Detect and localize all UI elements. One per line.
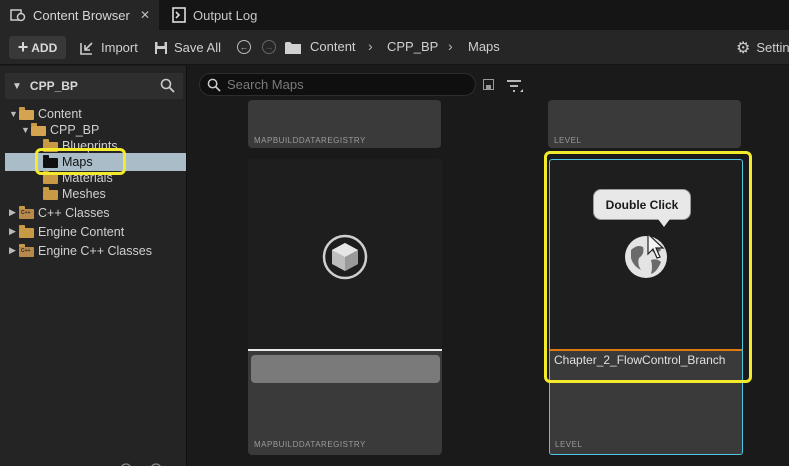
tree-item-label: C++ Classes (38, 205, 110, 220)
level-highlight-box (544, 151, 752, 383)
search-maps-input[interactable]: Search Maps (199, 73, 476, 96)
import-label: Import (101, 40, 138, 55)
tree-item-cpp-classes[interactable]: ▶ C++ Classes (9, 203, 110, 222)
chevron-right-icon: › (368, 38, 373, 54)
tab-bar: Content Browser ✕ Output Log (0, 0, 789, 30)
chevron-down-icon: ▼ (21, 124, 30, 135)
save-icon (155, 41, 167, 54)
tab-label: Output Log (193, 7, 258, 23)
asset-accent-bar (248, 349, 442, 351)
forward-icon[interactable]: → (262, 40, 276, 54)
import-icon (80, 41, 93, 55)
import-button[interactable]: Import (79, 36, 138, 59)
output-log-icon (172, 7, 186, 23)
gear-icon: ⚙ (736, 39, 751, 57)
save-all-button[interactable]: Save All (154, 36, 221, 59)
tree-item-label: CPP_BP (50, 122, 100, 137)
chevron-down-icon: ▼ (12, 80, 22, 92)
asset-card-mapbuilddata[interactable]: MAPBUILDDATAREGISTRY (248, 159, 442, 455)
breadcrumb-maps[interactable]: Maps (468, 39, 500, 54)
save-search-icon[interactable] (483, 79, 494, 90)
breadcrumb-content[interactable]: Content (310, 39, 356, 54)
add-label: ADD (31, 40, 58, 55)
search-placeholder: Search Maps (227, 77, 304, 92)
sources-title: CPP_BP (29, 79, 78, 93)
asset-type-label: LEVEL (554, 136, 582, 145)
sources-header[interactable]: ▼ CPP_BP (5, 73, 183, 99)
asset-name-placeholder (251, 355, 440, 383)
asset-type-label: MAPBUILDDATAREGISTRY (254, 136, 366, 145)
tree-item-label: Content (38, 106, 82, 121)
tree-item-label: Engine C++ Classes (38, 243, 152, 258)
add-button[interactable]: + ADD (9, 36, 66, 59)
tree-item-engine-cpp-classes[interactable]: ▶ Engine C++ Classes (9, 241, 152, 260)
double-click-callout: Double Click (593, 189, 691, 227)
chevron-right-icon: ▶ (9, 245, 16, 255)
content-browser-icon (10, 9, 26, 22)
folder-icon (285, 42, 301, 54)
folder-icon (19, 224, 35, 238)
back-icon[interactable]: ← (237, 40, 251, 54)
tree-item-meshes[interactable]: Meshes (43, 184, 106, 203)
filter-icon[interactable] (506, 78, 524, 94)
mouse-cursor-icon (647, 233, 665, 259)
folder-icon (43, 186, 59, 200)
toolbar: + ADD Import Save All ← → Content › CPP_… (0, 30, 789, 65)
tab-output-log[interactable]: Output Log (160, 0, 290, 30)
folder-open-icon (19, 106, 35, 120)
save-all-label: Save All (174, 40, 221, 55)
breadcrumb-cpp-bp[interactable]: CPP_BP (387, 39, 438, 54)
settings-button[interactable]: ⚙ Settin (736, 36, 789, 59)
search-icon (207, 78, 221, 92)
folder-open-icon (31, 122, 47, 136)
search-icon[interactable] (160, 78, 175, 93)
sources-panel: ▼ CPP_BP ▼ Content ▼ CPP_BP Blueprints M… (0, 66, 187, 466)
chevron-right-icon: › (448, 38, 453, 54)
tree-item-engine-content[interactable]: ▶ Engine Content (9, 222, 124, 241)
settings-label: Settin (756, 40, 789, 55)
filter-options-icon (121, 463, 161, 466)
asset-card-partial-left[interactable]: MAPBUILDDATAREGISTRY (248, 100, 441, 148)
asset-card-partial-right[interactable]: LEVEL (548, 100, 741, 148)
chevron-right-icon: ▶ (9, 207, 16, 217)
asset-type-label: MAPBUILDDATAREGISTRY (254, 440, 366, 449)
tab-label: Content Browser (33, 7, 130, 23)
tree-item-label: Engine Content (38, 224, 125, 239)
chevron-down-icon: ▼ (9, 108, 18, 119)
cpp-folder-icon (19, 205, 35, 219)
cpp-folder-icon (19, 243, 35, 257)
callout-text: Double Click (605, 197, 679, 212)
close-icon[interactable]: ✕ (140, 8, 150, 22)
maps-highlight-box (35, 148, 126, 175)
plus-icon: + (17, 36, 29, 57)
tab-content-browser[interactable]: Content Browser ✕ (0, 0, 159, 30)
chevron-right-icon: ▶ (9, 226, 16, 236)
asset-view: Search Maps MAPBUILDDATAREGISTRY LEVEL M… (190, 66, 789, 466)
cube-asset-icon (322, 234, 368, 280)
tree-item-label: Meshes (62, 186, 106, 201)
